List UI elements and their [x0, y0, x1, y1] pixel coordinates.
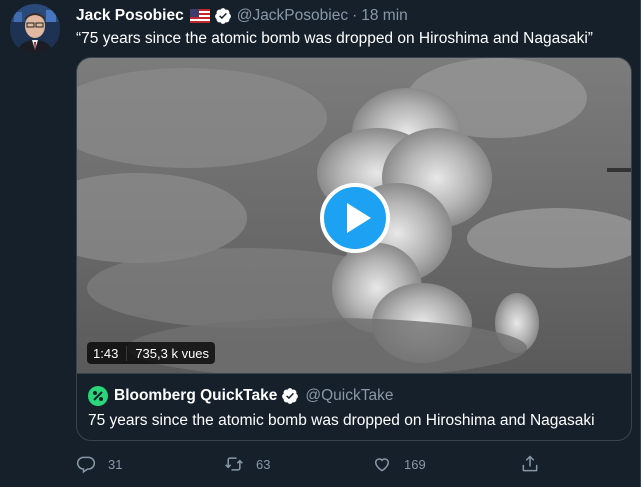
video-duration: 1:43 [93, 345, 119, 361]
us-flag-icon [189, 9, 210, 23]
share-button[interactable] [520, 454, 641, 474]
quote-text: 75 years since the atomic bomb was dropp… [88, 412, 595, 429]
share-icon [522, 455, 538, 472]
video-views: 735,3 k vues [126, 345, 209, 361]
quote-tweet[interactable]: Bloomberg QuickTake @QuickTake 75 years … [77, 373, 631, 440]
tweet-header: Jack Posobiec @JackPosobiec · 18 min [76, 5, 408, 27]
heart-icon [374, 458, 390, 472]
retweet-count: 63 [256, 456, 271, 472]
retweet-icon [225, 457, 243, 471]
verified-badge-icon [214, 7, 232, 25]
like-button[interactable]: 169 [372, 454, 520, 474]
like-count: 169 [404, 456, 426, 472]
action-bar: 31 63 169 [76, 454, 641, 474]
quoted-card[interactable]: 1:43 735,3 k vues Bloomberg QuickTake @Q… [76, 57, 632, 441]
quote-author-name[interactable]: Bloomberg QuickTake [114, 387, 277, 405]
reply-icon [76, 456, 96, 474]
separator: · [352, 7, 358, 24]
author-name[interactable]: Jack Posobiec [76, 7, 184, 25]
quote-author-handle[interactable]: @QuickTake [305, 387, 393, 405]
reply-count: 31 [108, 456, 123, 472]
reply-button[interactable]: 31 [76, 454, 224, 474]
tweet[interactable]: Jack Posobiec @JackPosobiec · 18 min “75… [0, 0, 641, 487]
quote-header: Bloomberg QuickTake @QuickTake [88, 386, 393, 406]
tweet-text: “75 years since the atomic bomb was drop… [76, 30, 593, 47]
avatar[interactable] [10, 4, 60, 54]
timestamp[interactable]: 18 min [361, 7, 408, 25]
video-player[interactable]: 1:43 735,3 k vues [77, 58, 631, 373]
verified-badge-icon [281, 387, 299, 405]
retweet-button[interactable]: 63 [224, 454, 372, 474]
author-handle[interactable]: @JackPosobiec [237, 7, 348, 25]
play-icon[interactable] [320, 183, 390, 253]
quicktake-logo-icon [88, 386, 108, 406]
video-stats: 1:43 735,3 k vues [87, 342, 216, 364]
